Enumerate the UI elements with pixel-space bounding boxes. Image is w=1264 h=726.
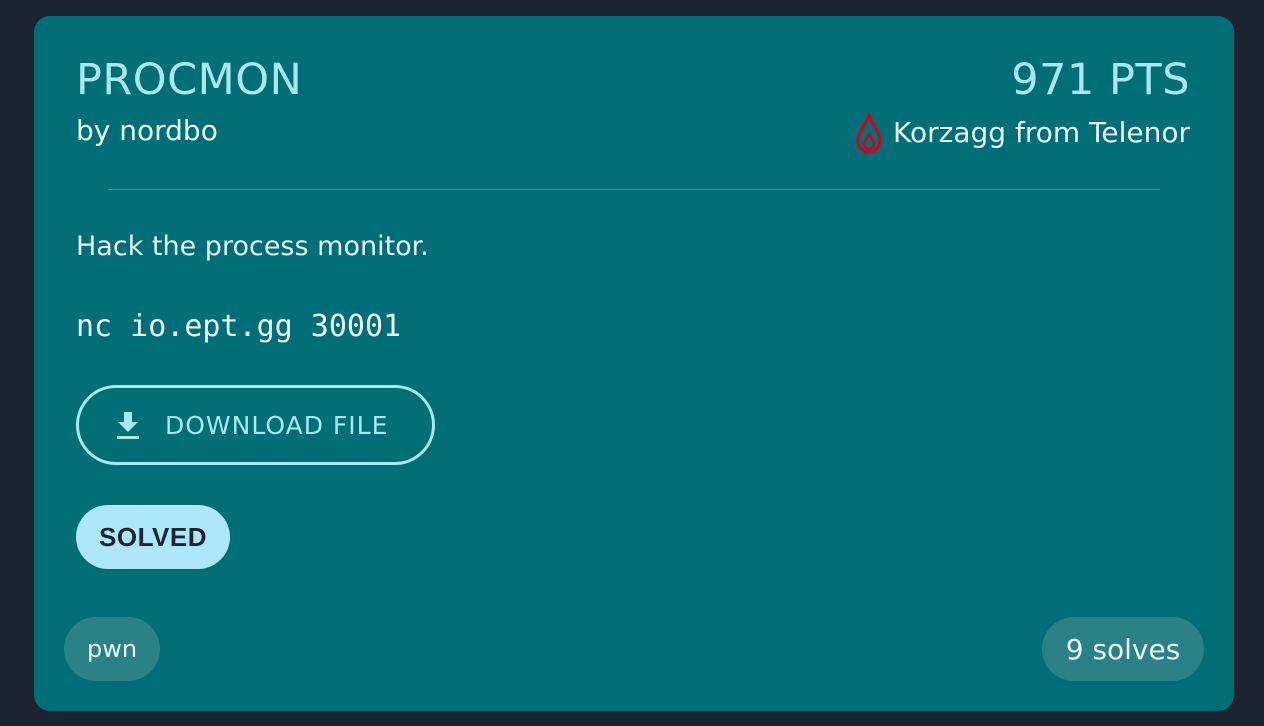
download-icon [117, 412, 139, 439]
divider [108, 189, 1160, 190]
challenge-card: PROCMON by nordbo 971 PTS Korzagg from T… [34, 16, 1234, 711]
category-tag[interactable]: pwn [64, 617, 160, 681]
download-file-button[interactable]: DOWNLOAD FILE [76, 385, 435, 465]
download-file-label: DOWNLOAD FILE [165, 410, 389, 440]
solves-count[interactable]: 9 solves [1042, 617, 1204, 681]
challenge-description: Hack the process monitor. [76, 231, 429, 262]
solved-badge: SOLVED [76, 505, 230, 569]
challenge-points: 971 PTS [1011, 55, 1190, 105]
drop-icon [856, 113, 882, 154]
challenge-author: by nordbo [76, 114, 218, 147]
connection-command: nc io.ept.gg 30001 [76, 309, 402, 344]
first-blood: Korzagg from Telenor [853, 112, 1190, 154]
first-blood-team: Korzagg from Telenor [893, 116, 1190, 149]
challenge-title: PROCMON [76, 55, 303, 105]
